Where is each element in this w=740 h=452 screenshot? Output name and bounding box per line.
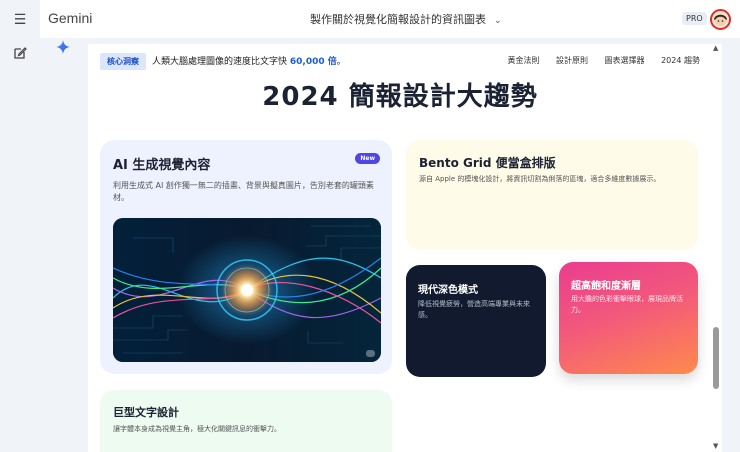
- new-chat-icon[interactable]: [12, 45, 28, 61]
- chat-title: 製作關於視覺化簡報設計的資訊圖表: [310, 13, 486, 26]
- image-options-icon[interactable]: [366, 350, 375, 357]
- nav-link-golden-rules[interactable]: 黃金法則: [507, 56, 539, 65]
- page-title: 2024 簡報設計大趨勢: [262, 82, 538, 112]
- card-description: 讓字體本身成為視覺主角，極大化關鍵訊息的衝擊力。: [113, 425, 281, 433]
- card-description: 降低視覺疲勞，營造高端專業與未來感。: [418, 300, 530, 319]
- menu-icon[interactable]: ☰: [12, 12, 28, 28]
- new-badge: New: [355, 153, 380, 164]
- scroll-down-icon[interactable]: ▼: [713, 442, 718, 450]
- gemini-sparkle-icon: [56, 39, 70, 54]
- core-insight-badge: 核心洞察: [100, 53, 146, 70]
- canvas-panel: 核心洞察 人類大腦處理圖像的速度比文字快 60,000 倍。 黃金法則 設計原則…: [88, 44, 712, 452]
- card-dark-mode: 現代深色模式 降低視覺疲勞，營造高端專業與未來感。: [406, 265, 546, 377]
- top-bar: Gemini 製作關於視覺化簡報設計的資訊圖表 ⌄ PRO: [40, 0, 740, 38]
- nav-links: 黃金法則 設計原則 圖表選擇器 2024 趨勢: [493, 55, 700, 66]
- card-gradient: 超高飽和度漸層 用大膽的色彩衝擊眼球，展現品牌活力。: [559, 262, 698, 374]
- nav-link-2024-trends[interactable]: 2024 趨勢: [661, 56, 700, 65]
- insight-highlight: 60,000 倍: [289, 57, 337, 67]
- card-title: 現代深色模式: [418, 285, 478, 296]
- card-ai-visuals: AI 生成視覺內容 New 利用生成式 AI 創作獨一無二的插畫、背景與擬真圖片…: [100, 140, 392, 374]
- card-description: 利用生成式 AI 創作獨一無二的插畫、背景與擬真圖片，告別老套的罐頭素材。: [113, 181, 374, 203]
- nav-link-design-principles[interactable]: 設計原則: [556, 56, 588, 65]
- card-big-typography: 巨型文字設計 讓字體本身成為視覺主角，極大化關鍵訊息的衝擊力。: [100, 390, 392, 452]
- canvas-scrollbar[interactable]: ▲ ▼: [712, 44, 722, 452]
- card-title: 巨型文字設計: [113, 406, 179, 419]
- nav-link-chart-selector[interactable]: 圖表選擇器: [605, 56, 645, 65]
- app-brand: Gemini: [48, 10, 93, 26]
- infographic-nav: 核心洞察 人類大腦處理圖像的速度比文字快 60,000 倍。 黃金法則 設計原則…: [88, 44, 712, 80]
- card-description: 用大膽的色彩衝擊眼球，展現品牌活力。: [571, 295, 683, 314]
- ai-generated-image: [113, 218, 381, 362]
- scrollbar-thumb[interactable]: [713, 327, 719, 389]
- card-title: Bento Grid 便當盒排版: [419, 156, 556, 170]
- scroll-up-icon[interactable]: ▲: [713, 44, 718, 52]
- insight-text: 人類大腦處理圖像的速度比文字快 60,000 倍。: [152, 54, 346, 67]
- card-title: AI 生成視覺內容: [113, 158, 211, 173]
- card-description: 源自 Apple 的模塊化設計，將資訊切割為俐落的區塊，適合多維度數據展示。: [419, 175, 661, 183]
- card-title: 超高飽和度漸層: [571, 281, 641, 292]
- left-rail: ☰: [0, 0, 40, 452]
- chevron-down-icon: ⌄: [494, 16, 502, 26]
- insight-prefix: 人類大腦處理圖像的速度比文字快: [152, 57, 290, 67]
- card-bento-grid: Bento Grid 便當盒排版 源自 Apple 的模塊化設計，將資訊切割為俐…: [406, 140, 698, 250]
- insight-suffix: 。: [336, 57, 346, 67]
- avatar[interactable]: [710, 9, 731, 30]
- plan-badge: PRO: [682, 12, 707, 25]
- chat-title-dropdown[interactable]: 製作關於視覺化簡報設計的資訊圖表 ⌄: [310, 11, 502, 27]
